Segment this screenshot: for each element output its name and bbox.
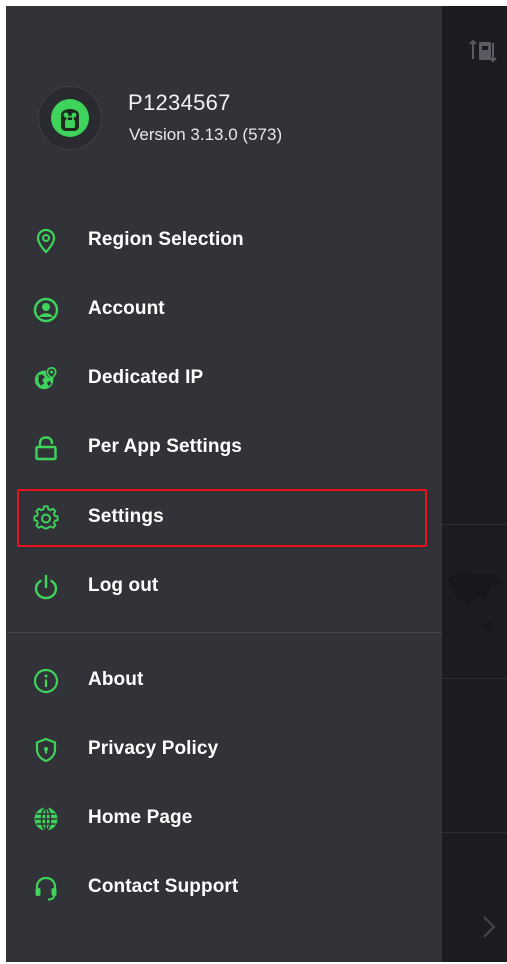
username: P1234567 bbox=[128, 90, 231, 115]
map-pin-icon bbox=[33, 228, 59, 254]
menu-item-label: Account bbox=[88, 298, 165, 319]
account-circle-icon bbox=[33, 297, 59, 323]
menu-item-label: Privacy Policy bbox=[88, 738, 219, 759]
menu-item-home-page[interactable]: Home Page bbox=[6, 790, 442, 846]
lock-icon bbox=[33, 435, 59, 461]
avatar[interactable] bbox=[38, 86, 102, 150]
menu-item-privacy-policy[interactable]: Privacy Policy bbox=[6, 721, 442, 777]
backdrop-divider bbox=[442, 832, 507, 833]
menu-item-label: Contact Support bbox=[88, 876, 239, 897]
menu-item-label: About bbox=[88, 669, 144, 690]
globe-icon bbox=[33, 806, 59, 832]
power-icon bbox=[33, 574, 59, 600]
backdrop-divider bbox=[442, 524, 507, 525]
menu-item-region-selection[interactable]: Region Selection bbox=[6, 212, 442, 268]
menu-divider bbox=[6, 632, 442, 633]
backdrop-divider bbox=[442, 678, 507, 679]
gear-icon bbox=[33, 505, 59, 531]
headset-icon bbox=[33, 875, 59, 901]
menu-item-label: Dedicated IP bbox=[88, 367, 204, 388]
main-content-backdrop[interactable] bbox=[442, 6, 507, 962]
chevron-right-icon[interactable] bbox=[481, 914, 497, 940]
app-screen: P1234567 Version 3.13.0 (573) Region Sel… bbox=[6, 6, 507, 962]
menu-item-dedicated-ip[interactable]: Dedicated IP bbox=[6, 350, 442, 406]
app-version: Version 3.13.0 (573) bbox=[129, 125, 283, 144]
menu-item-label: Per App Settings bbox=[88, 436, 242, 457]
world-map-fragment bbox=[448, 572, 502, 630]
info-icon bbox=[33, 668, 59, 694]
robot-logo-icon bbox=[51, 99, 89, 137]
menu-item-per-app-settings[interactable]: Per App Settings bbox=[6, 419, 442, 475]
navigation-drawer: P1234567 Version 3.13.0 (573) Region Sel… bbox=[6, 6, 442, 962]
menu-item-about[interactable]: About bbox=[6, 652, 442, 708]
menu-item-label: Region Selection bbox=[88, 229, 244, 250]
menu-item-label: Settings bbox=[88, 506, 164, 527]
globe-pin-icon bbox=[33, 366, 59, 392]
menu-item-account[interactable]: Account bbox=[6, 281, 442, 337]
menu-item-label: Home Page bbox=[88, 807, 193, 828]
menu-item-contact-support[interactable]: Contact Support bbox=[6, 859, 442, 915]
menu-item-settings[interactable]: Settings bbox=[6, 489, 442, 545]
shield-icon bbox=[33, 737, 59, 763]
menu-item-log-out[interactable]: Log out bbox=[6, 558, 442, 614]
menu-item-label: Log out bbox=[88, 575, 159, 596]
drawer-header: P1234567 Version 3.13.0 (573) bbox=[6, 6, 442, 196]
quick-settings-icon[interactable] bbox=[469, 39, 497, 63]
